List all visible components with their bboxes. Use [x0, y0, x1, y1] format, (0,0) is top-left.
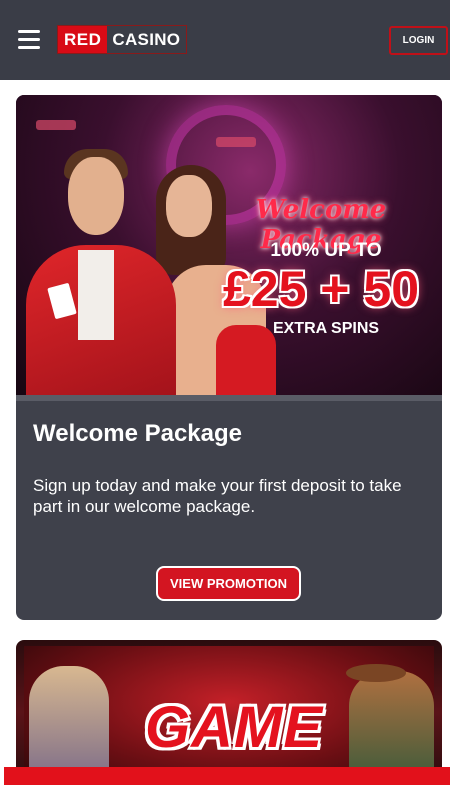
- hamburger-menu-icon[interactable]: [18, 30, 40, 50]
- logo-casino-text: CASINO: [112, 29, 181, 49]
- man-head: [68, 157, 124, 235]
- promo-title: Welcome Package: [33, 420, 243, 447]
- view-promotion-button[interactable]: VIEW PROMOTION: [156, 566, 301, 601]
- site-logo[interactable]: RED CASINO: [57, 25, 187, 54]
- ceiling-lamp-decoration: [36, 120, 76, 130]
- promo-card-game[interactable]: GAME: [16, 640, 442, 785]
- man-shirt: [78, 250, 114, 340]
- login-button[interactable]: LOGIN: [389, 26, 448, 55]
- promo-banner-image: Welcome Package 100% UP TO £25 + 50 EXTR…: [16, 95, 442, 400]
- explorer-hat: [346, 664, 406, 682]
- ceiling-lamp-decoration: [216, 137, 256, 147]
- banner-game-word: GAME: [145, 695, 323, 760]
- promo-card-welcome: Welcome Package 100% UP TO £25 + 50 EXTR…: [16, 95, 442, 620]
- banner-offer-amount: £25 + 50: [222, 261, 420, 317]
- logo-red-text: RED: [58, 26, 108, 53]
- promo-description: Sign up today and make your first deposi…: [33, 476, 402, 516]
- promo-banner-image-2: GAME: [24, 646, 434, 785]
- banner-divider: [16, 395, 442, 401]
- banner-offer-extra: EXTRA SPINS: [272, 320, 380, 337]
- top-header: RED CASINO LOGIN: [0, 0, 450, 80]
- banner-offer-line: 100% UP TO: [270, 240, 382, 261]
- bottom-red-bar: [4, 767, 450, 785]
